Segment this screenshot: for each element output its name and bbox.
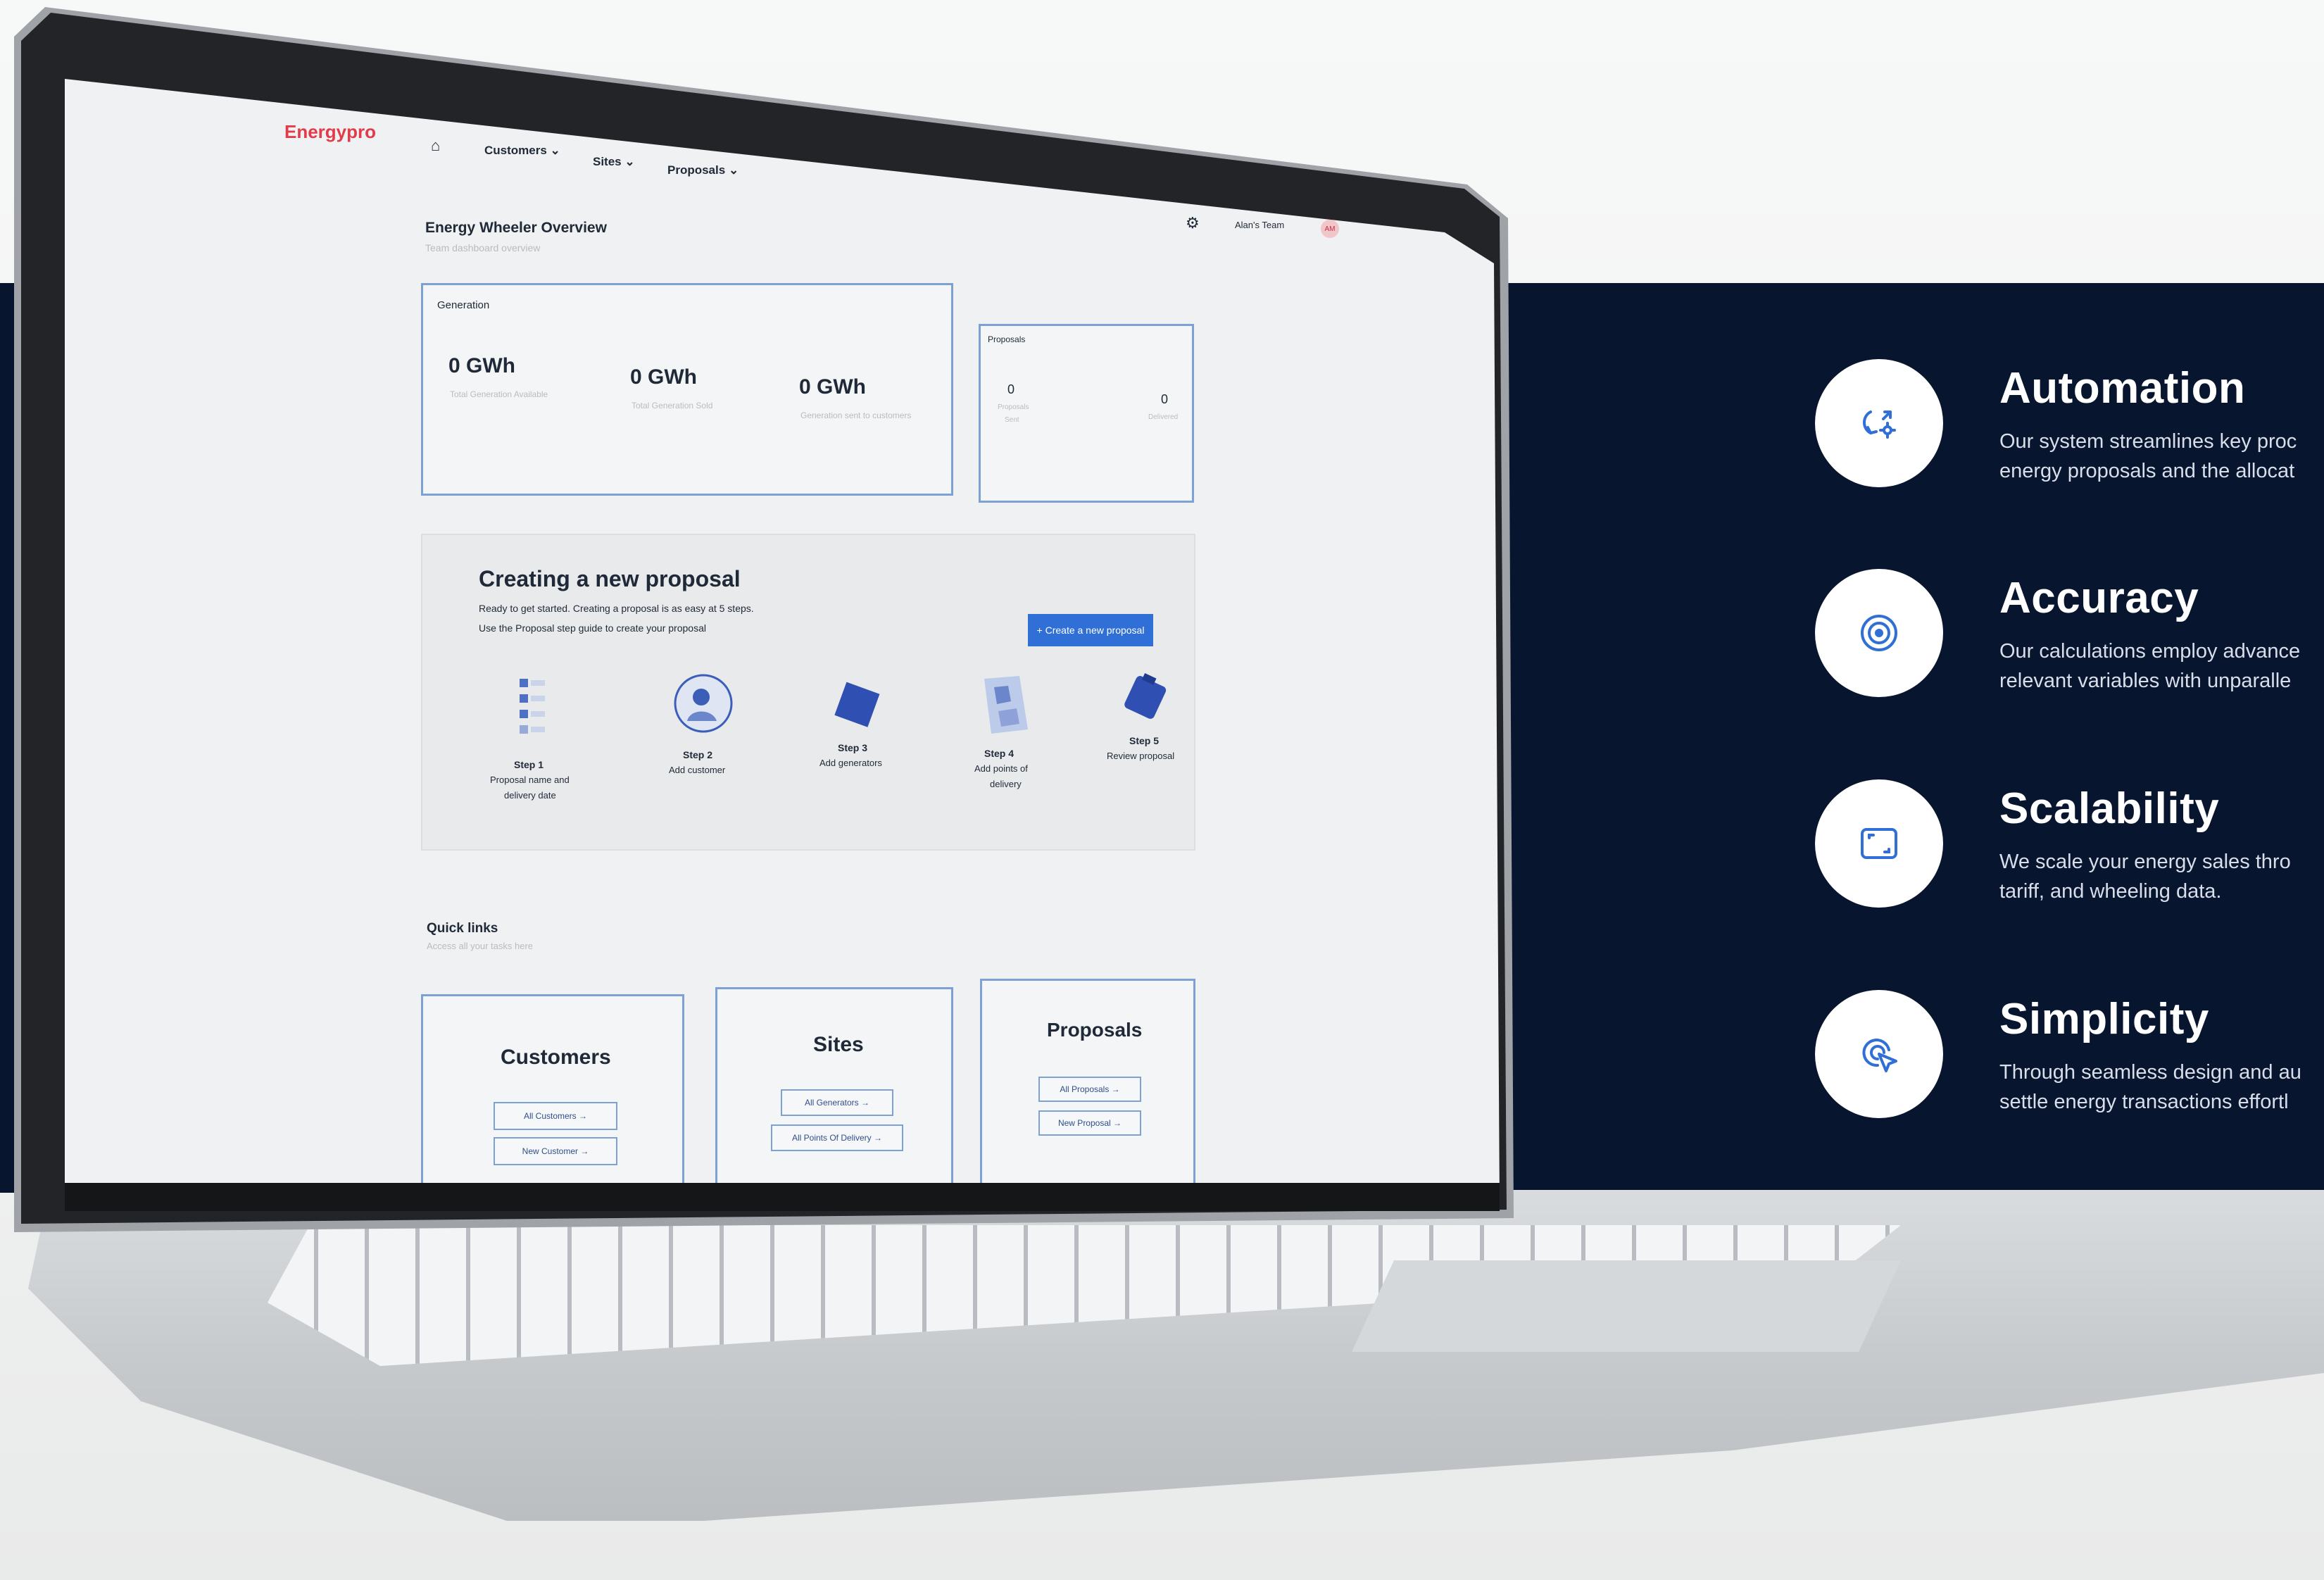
create-title: Creating a new proposal (479, 566, 741, 591)
proposals-summary-card: Proposals 0 Proposals Sent 0 Delivered (979, 324, 1194, 503)
step-desc: Add generators (819, 758, 882, 768)
step-title: Step 5 (1129, 735, 1160, 746)
stat-label: Delivered (1148, 413, 1179, 421)
create-line1: Ready to get started. Creating a proposa… (479, 603, 754, 614)
stat-label: Total Generation Sold (632, 401, 713, 410)
avatar[interactable]: AM (1321, 220, 1339, 238)
stat-value: 0 GWh (799, 375, 866, 399)
generation-card: Generation 0 GWh Total Generation Availa… (421, 283, 953, 496)
step-title: Step 1 (514, 759, 544, 770)
quick-link-title: Proposals (1047, 1019, 1143, 1041)
stat-label: Generation sent to customers (800, 410, 912, 420)
target-icon (1815, 569, 1943, 697)
app-logo[interactable]: Energypro (284, 121, 376, 143)
quick-links-subtitle: Access all your tasks here (427, 941, 534, 951)
new-customer-link[interactable]: New Customer → (494, 1137, 617, 1165)
feature-simplicity: Simplicity Through seamless design and a… (1815, 990, 2322, 1131)
page-subtitle: Team dashboard overview (425, 242, 541, 253)
feature-description: We scale your energy sales thro tariff, a… (1999, 851, 2291, 903)
generation-title: Generation (437, 299, 490, 311)
all-points-of-delivery-link[interactable]: All Points Of Delivery → (771, 1124, 903, 1151)
generator-panel-icon (829, 677, 886, 734)
step-title: Step 3 (838, 742, 868, 753)
screen-bottom-bezel (65, 1183, 1500, 1211)
nav-customers[interactable]: Customers ⌄ (484, 144, 560, 158)
stat-label: Total Generation Available (450, 389, 548, 399)
quick-link-customers-card: Customers All Customers → New Customer → (421, 994, 684, 1205)
step-desc-line2: delivery (990, 779, 1022, 789)
stat-label-line2: Sent (1005, 416, 1019, 424)
create-proposal-card: Creating a new proposal Ready to get sta… (421, 534, 1195, 851)
click-pointer-icon (1815, 990, 1943, 1118)
quick-link-title: Customers (501, 1046, 611, 1069)
quick-link-proposals-card: Proposals All Proposals → New Proposal → (980, 979, 1195, 1204)
all-proposals-link[interactable]: All Proposals → (1038, 1077, 1141, 1102)
laptop-trackpad (1352, 1260, 1901, 1352)
team-selector[interactable]: Alan's Team (1235, 220, 1284, 230)
step-desc: Proposal name and (490, 775, 570, 785)
settings-gear-icon[interactable]: ⚙ (1186, 214, 1200, 232)
nav-proposals[interactable]: Proposals ⌄ (667, 163, 739, 177)
nav-sites[interactable]: Sites ⌄ (593, 155, 635, 169)
laptop-screen: Energypro ⌂ Customers ⌄ Sites ⌄ Proposal… (65, 79, 1500, 1205)
stat-value: 0 (1161, 392, 1169, 406)
scale-frame-icon (1815, 779, 1943, 908)
quick-link-title: Sites (813, 1033, 864, 1056)
quick-links-title: Quick links (427, 921, 498, 936)
stat-value: 0 (1007, 382, 1015, 396)
automation-icon (1815, 359, 1943, 487)
feature-scalability: Scalability We scale your energy sales t… (1815, 779, 2322, 920)
proposals-title: Proposals (988, 334, 1026, 344)
home-icon[interactable]: ⌂ (431, 137, 440, 155)
feature-title: Simplicity (1999, 995, 2209, 1043)
new-proposal-link[interactable]: New Proposal → (1038, 1110, 1141, 1136)
quick-link-sites-card: Sites All Generators → All Points Of Del… (715, 987, 953, 1205)
stat-label: Proposals (998, 403, 1029, 411)
feature-title: Automation (1999, 364, 2246, 413)
all-generators-link[interactable]: All Generators → (781, 1089, 893, 1116)
feature-title: Accuracy (1999, 574, 2199, 622)
review-document-icon (1118, 669, 1174, 725)
step-desc: Add customer (669, 765, 726, 775)
feature-accuracy: Accuracy Our calculations employ advance… (1815, 569, 2322, 710)
step-desc: Review proposal (1107, 751, 1175, 761)
stat-value: 0 GWh (448, 354, 515, 377)
chevron-down-icon: ⌄ (624, 155, 635, 168)
feature-description: Our system streamlines key proc energy pr… (1999, 430, 2297, 482)
customer-avatar-icon (673, 673, 734, 734)
feature-description: Our calculations employ advance relevant … (1999, 640, 2301, 692)
stat-value: 0 GWh (630, 365, 697, 389)
create-proposal-button[interactable]: + Create a new proposal (1028, 614, 1153, 646)
feature-automation: Automation Our system streamlines key pr… (1815, 359, 2322, 500)
map-icon (977, 673, 1034, 736)
page-title: Energy Wheeler Overview (425, 220, 607, 236)
create-line2: Use the Proposal step guide to create yo… (479, 622, 706, 634)
chevron-down-icon: ⌄ (550, 144, 560, 157)
step-title: Step 2 (683, 749, 713, 760)
feature-description: Through seamless design and au settle ene… (1999, 1061, 2301, 1113)
all-customers-link[interactable]: All Customers → (494, 1102, 617, 1130)
step-desc: Add points of (974, 763, 1028, 774)
step-desc-line2: delivery date (504, 790, 556, 801)
step-title: Step 4 (984, 748, 1015, 759)
feature-title: Scalability (1999, 784, 2220, 833)
chevron-down-icon: ⌄ (728, 163, 739, 177)
checklist-icon (517, 676, 548, 739)
